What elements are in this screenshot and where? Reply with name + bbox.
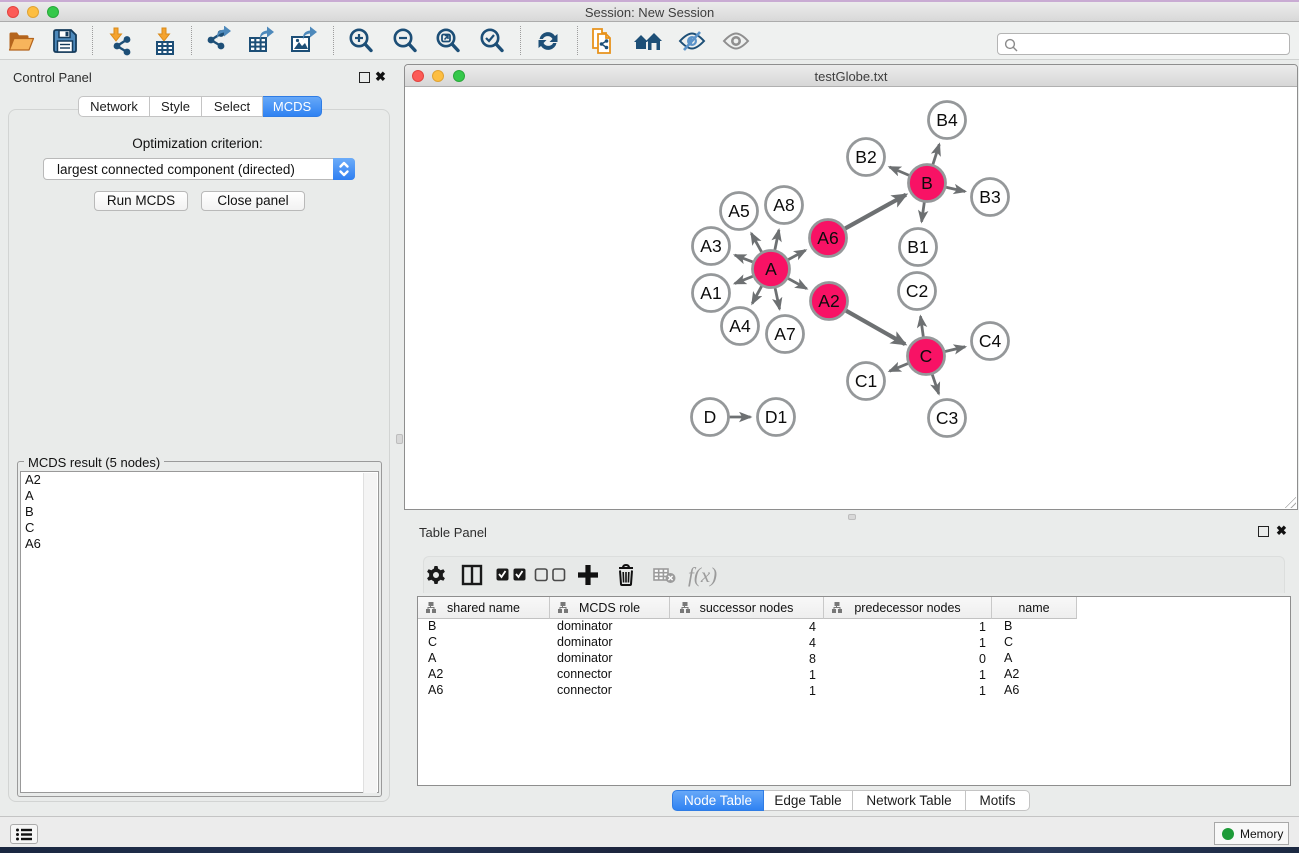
svg-text:B1: B1 [907,237,928,257]
svg-text:C3: C3 [936,408,958,428]
svg-text:B: B [921,173,933,193]
svg-text:D: D [704,407,717,427]
svg-text:A4: A4 [729,316,751,336]
svg-text:A5: A5 [728,201,749,221]
svg-text:A1: A1 [700,283,721,303]
svg-text:B3: B3 [979,187,1000,207]
svg-text:C: C [920,346,933,366]
svg-text:A2: A2 [818,291,839,311]
svg-text:B4: B4 [936,110,958,130]
svg-text:A6: A6 [817,228,838,248]
svg-text:A7: A7 [774,324,795,344]
svg-text:D1: D1 [765,407,787,427]
svg-text:A: A [765,259,777,279]
svg-text:B2: B2 [855,147,876,167]
svg-text:C2: C2 [906,281,928,301]
svg-text:A8: A8 [773,195,794,215]
svg-text:C4: C4 [979,331,1002,351]
svg-text:f(x): f(x) [688,563,717,587]
svg-text:C1: C1 [855,371,877,391]
svg-text:A3: A3 [700,236,721,256]
